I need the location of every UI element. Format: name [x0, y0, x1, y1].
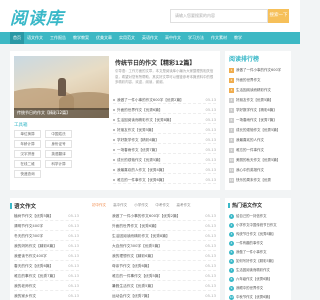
- rank-item[interactable]: 11 我心中的英雄作文: [229, 166, 289, 175]
- section-tab[interactable]: 小学作文: [134, 203, 148, 207]
- main-nav: 首页 语文作文 工作报告 教学教案 优美文章 实用范文 英语作文 高中作文 学习…: [0, 32, 300, 44]
- nav-item[interactable]: 英语作文: [142, 32, 158, 44]
- list-item[interactable]: 生活因阅读而精彩作文【优秀8篇】 05-13: [113, 116, 216, 124]
- list-item[interactable]: 学好数学作文【精彩6篇】 05-13: [113, 136, 216, 144]
- nav-item[interactable]: 学习方法: [188, 32, 204, 44]
- list-item[interactable]: 难忘的事作文【优秀7篇】 05-13: [14, 272, 79, 281]
- rank-item[interactable]: 7 成长的烦恼作文【优秀5篇】: [229, 126, 289, 135]
- nav-item[interactable]: 工作报告: [50, 32, 66, 44]
- nav-item[interactable]: 实用范文: [119, 32, 135, 44]
- rank-item[interactable]: 10 美丽的秋天作文【优秀5篇】: [229, 156, 289, 165]
- list-item[interactable]: 外面的世界作文【优秀6篇】 05-13: [112, 222, 216, 231]
- nav-item[interactable]: 教学教案: [73, 32, 89, 44]
- nav-item[interactable]: 高中作文: [165, 32, 181, 44]
- featured-description: 引导语：工作方面的文章，本文是阅读库小编为大家整理的相关信息，希望对您有所帮助，…: [115, 69, 214, 84]
- tool-button[interactable]: 科学计算: [45, 160, 72, 168]
- section-tabs: 初中作文 高中作文 小学作文 中考作文 高考作文: [92, 203, 197, 208]
- list-item[interactable]: 冬天的作文300字 05-13: [14, 232, 79, 241]
- list-item[interactable]: 难忘的一件事作文【优秀5篇】 05-13: [112, 272, 216, 281]
- list-item[interactable]: 我的老师作文 05-13: [14, 282, 79, 291]
- site-logo[interactable]: 阅读库: [10, 4, 64, 29]
- rank-title: 阅读排行榜: [229, 56, 260, 63]
- list-item[interactable]: 生活因阅读而精彩作文【优秀8篇】 05-13: [112, 232, 216, 241]
- tool-button[interactable]: 年龄计算: [14, 140, 41, 148]
- rank-item[interactable]: 8 我最喜欢的人作文: [229, 136, 289, 145]
- list-item[interactable]: 我最喜欢的人作文【优秀4篇】 05-13: [113, 166, 216, 174]
- list-item[interactable]: 我的理想作文【精彩6篇】 05-13: [112, 252, 216, 261]
- tool-button[interactable]: 汉字拼音: [14, 150, 41, 158]
- list-item[interactable]: 春天的作文【优秀6篇】 05-13: [14, 262, 79, 271]
- tool-button[interactable]: 单位换算: [14, 130, 41, 138]
- list-item[interactable]: 我爱读书作文400字 05-13: [14, 252, 79, 261]
- rank-item[interactable]: 4 好朋友作文【优秀5篇】: [229, 96, 289, 105]
- nav-item[interactable]: 教学: [234, 32, 242, 44]
- search-input[interactable]: 请输入您要搜索的内容: [170, 9, 268, 23]
- rank-item[interactable]: 2 外面的世界作文: [229, 76, 289, 85]
- list-item[interactable]: 好朋友作文【优秀5篇】 05-13: [113, 126, 216, 134]
- nav-item[interactable]: 作文素材: [211, 32, 227, 44]
- nav-item[interactable]: 优美文章: [96, 32, 112, 44]
- list-item[interactable]: 我的家乡作文 05-13: [14, 292, 79, 300]
- section-tab[interactable]: 高考作文: [177, 203, 191, 207]
- rank-item[interactable]: 6 一场春雨作文【优秀7篇】: [229, 116, 289, 125]
- list-item[interactable]: 大自然作文300字【优秀5篇】 05-13: [112, 242, 216, 251]
- rank-item[interactable]: 9 难忘的一件事作文: [229, 146, 289, 155]
- toolbox-title: 工具箱: [14, 123, 28, 128]
- list-item[interactable]: 清明节作文400字 05-13: [14, 222, 79, 231]
- tool-button[interactable]: 身份证号: [45, 140, 72, 148]
- section-tab[interactable]: 中考作文: [155, 203, 169, 207]
- list-item[interactable]: 母亲节作文【优秀6篇】 05-13: [112, 262, 216, 271]
- tool-button[interactable]: 英语翻译: [45, 150, 72, 158]
- rank-item[interactable]: 12 快乐的周末作文【优秀: [229, 176, 289, 185]
- list-item[interactable]: 我的妈妈作文【精彩8篇】 05-13: [14, 242, 79, 251]
- rank-item[interactable]: 5 学好数学作文【精彩6篇】: [229, 106, 289, 115]
- search-button[interactable]: 搜索一下: [268, 9, 289, 23]
- list-item[interactable]: 成长的烦恼作文【优秀5篇】 05-13: [113, 156, 216, 164]
- list-item[interactable]: 外面的世界作文【优秀6篇】 05-13: [113, 106, 216, 114]
- list-item[interactable]: 运动会作文【优秀7篇】 05-13: [112, 292, 216, 300]
- nav-item[interactable]: 语文作文: [27, 32, 43, 44]
- tool-button[interactable]: 在线二维: [14, 160, 41, 168]
- featured-title[interactable]: 传统节日的作文【精彩12篇】: [115, 58, 195, 67]
- hot-title: 热门语文作文: [227, 203, 263, 209]
- tool-button[interactable]: 中国姓氏: [45, 130, 72, 138]
- tool-button[interactable]: 快递查询: [14, 170, 41, 178]
- section-title: 语文作文: [9, 203, 37, 210]
- list-item[interactable]: 我做了一件小事的作文600字【优秀2篇】 05-13: [112, 212, 216, 221]
- hot-item[interactable]: 10 中秋节作文【优秀6篇】: [229, 293, 289, 300]
- list-item[interactable]: 暑假生活作文【优秀5篇】 05-13: [112, 282, 216, 291]
- section-tab[interactable]: 初中作文: [92, 203, 106, 207]
- nav-item-home[interactable]: 首页: [10, 32, 24, 44]
- rank-item[interactable]: 3 生活因阅读而精彩作文: [229, 86, 289, 95]
- list-item[interactable]: 我做了一件小事的作文600字【优秀2篇】 05-13: [113, 96, 216, 104]
- rank-item[interactable]: 1 我做了一件小事的作文600字: [229, 66, 289, 75]
- list-item[interactable]: 一场春雨作文【优秀7篇】 05-13: [113, 146, 216, 154]
- list-item[interactable]: 难忘的一件事作文【优秀6篇】 05-13: [113, 176, 216, 184]
- featured-image-caption[interactable]: 传统节日的作文【精彩12篇】: [14, 108, 109, 118]
- section-tab[interactable]: 高中作文: [113, 203, 127, 207]
- list-item[interactable]: 植树节作文【优秀5篇】 05-13: [14, 212, 79, 221]
